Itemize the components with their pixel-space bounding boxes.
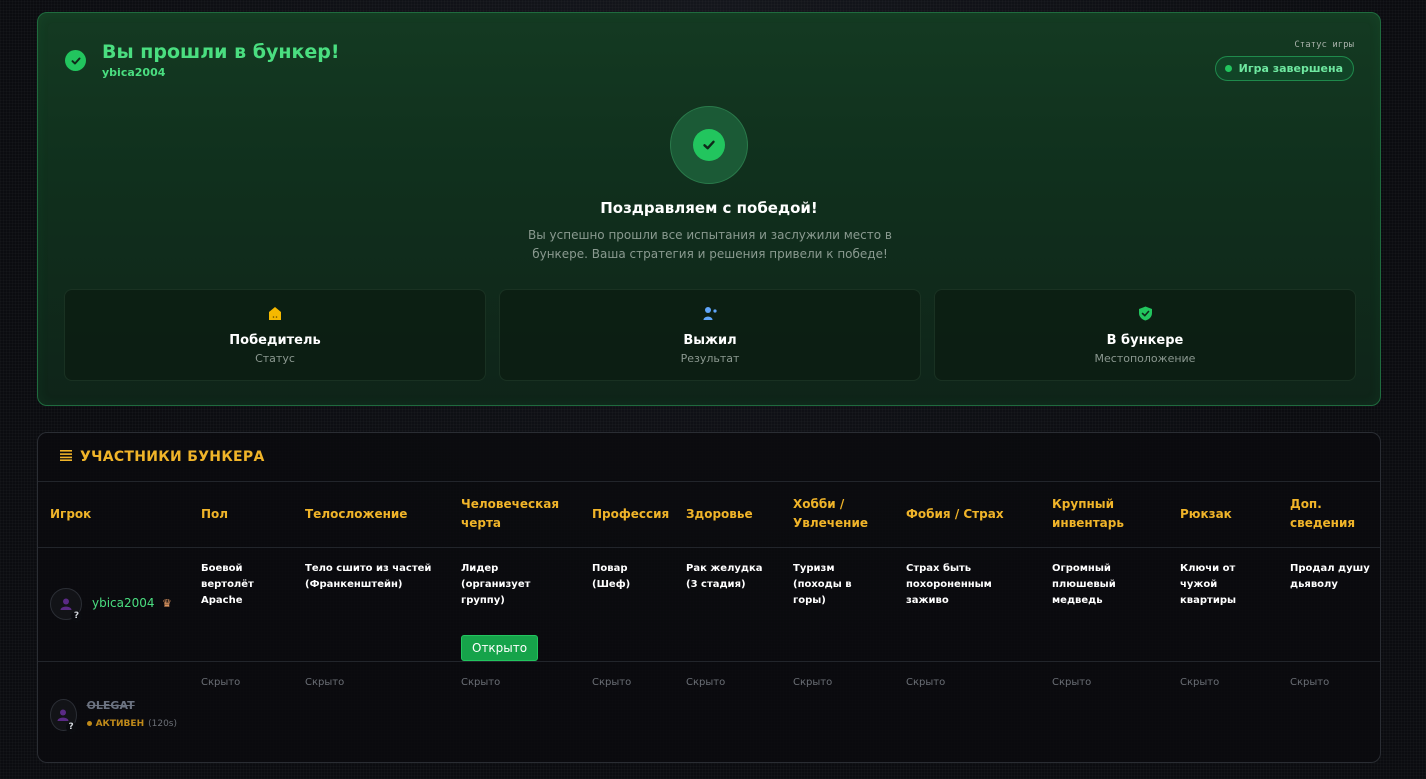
trait-cell: Продал душу дьяволу (1278, 547, 1380, 662)
trait-cell: Скрыто (592, 676, 632, 688)
house-icon (268, 304, 282, 322)
player-status-time: (120s) (148, 718, 177, 729)
column-header: Хобби / Увлечение (781, 482, 894, 548)
user-icon (57, 709, 69, 721)
trait-cell: Скрыто (461, 676, 501, 688)
trait-cell: Лидер (организует группу) Открыто (449, 547, 580, 662)
shield-check-icon (1138, 304, 1153, 322)
card-subtitle: Статус (255, 352, 295, 365)
trait-cell: Боевой вертолёт Apache (189, 547, 293, 662)
trait-cell: Рак желудка (3 стадия) (674, 547, 781, 662)
column-header: Телосложение (293, 482, 449, 548)
trait-cell: Страх быть похороненным заживо (894, 547, 1040, 662)
unknown-mark-icon: ? (71, 611, 82, 622)
player-status-text: АКТИВЕН (95, 718, 145, 729)
player-cell: ? ybica2004 ♛ (38, 547, 189, 662)
player-name: ybica2004 (92, 596, 155, 610)
trait-cell: Ключи от чужой квартиры (1168, 547, 1278, 662)
participants-panel: УЧАСТНИКИ БУНКЕРА Игрок Пол Телосложение… (37, 432, 1381, 763)
card-title: Победитель (229, 333, 321, 348)
trait-cell: Скрыто (1290, 676, 1330, 688)
user-check-icon (703, 304, 717, 322)
participants-title: УЧАСТНИКИ БУНКЕРА (80, 449, 265, 465)
player-status: АКТИВЕН (120s) (86, 716, 177, 732)
card-title: Выжил (683, 333, 737, 348)
victory-check-badge (670, 106, 748, 184)
card-title: В бункере (1106, 333, 1184, 348)
game-status-label: Статус игры (1294, 40, 1354, 50)
column-header: Здоровье (674, 482, 781, 548)
column-header: Доп. сведения (1278, 482, 1380, 548)
game-status-badge: Игра завершена (1214, 56, 1354, 81)
column-header: Крупный инвентарь (1040, 482, 1168, 548)
participants-table: Игрок Пол Телосложение Человеческая черт… (38, 482, 1380, 762)
card-subtitle: Местоположение (1094, 352, 1196, 365)
crown-icon: ♛ (162, 597, 172, 610)
trait-cell: Скрыто (305, 676, 345, 688)
user-icon (60, 598, 72, 610)
trait-cell: Скрыто (793, 676, 833, 688)
open-button[interactable]: Открыто (461, 634, 539, 661)
avatar[interactable]: ? (50, 588, 82, 622)
trait-cell: Тело сшито из частей (Франкенштейн) (293, 547, 449, 662)
trait-cell: Повар (Шеф) (580, 547, 674, 662)
column-header: Фобия / Страх (894, 482, 1040, 548)
trait-cell: Скрыто (686, 676, 726, 688)
column-header: Пол (189, 482, 293, 548)
column-header: Рюкзак (1168, 482, 1278, 548)
card-survived: Выжил Результат (499, 289, 921, 381)
result-cards: Победитель Статус Выжил Результат В бунк… (64, 289, 1356, 381)
table-row: ? OLEGAT АКТИВЕН (120s) Скрыто Скрыто Ск… (38, 661, 1380, 762)
victory-panel: Вы прошли в бункер! ybica2004 Статус игр… (37, 12, 1381, 406)
player-cell: ? OLEGAT АКТИВЕН (120s) (38, 661, 189, 762)
game-status-text: Игра завершена (1238, 62, 1343, 75)
congrats-text: Вы успешно прошли все испытания и заслуж… (528, 228, 892, 261)
card-winner: Победитель Статус (64, 289, 486, 381)
check-circle-icon (65, 50, 86, 71)
trait-cell: Огромный плюшевый медведь (1040, 547, 1168, 662)
check-icon (693, 129, 725, 161)
card-in-bunker: В бункере Местоположение (934, 289, 1356, 381)
column-header: Игрок (38, 482, 189, 548)
column-header: Человеческая черта (449, 482, 580, 548)
table-header-row: Игрок Пол Телосложение Человеческая черт… (38, 482, 1380, 548)
card-subtitle: Результат (680, 352, 740, 365)
trait-cell: Скрыто (1052, 676, 1092, 688)
participants-header: УЧАСТНИКИ БУНКЕРА (38, 433, 1380, 482)
victory-title: Вы прошли в бункер! (102, 41, 340, 63)
trait-text: Лидер (организует группу) (461, 562, 531, 606)
congrats-title: Поздравляем с победой! (600, 199, 818, 217)
unknown-mark-icon: ? (65, 721, 77, 733)
trait-cell: Туризм (походы в горы) (781, 547, 894, 662)
status-dot-icon (1224, 65, 1232, 72)
table-row: ? ybica2004 ♛ Боевой вертолёт Apache Тел… (38, 547, 1380, 662)
trait-cell: Скрыто (201, 676, 241, 688)
trait-cell: Скрыто (906, 676, 946, 688)
player-name: OLEGAT (86, 698, 135, 712)
column-header: Профессия (580, 482, 674, 548)
victory-username: ybica2004 (102, 66, 166, 79)
list-icon (60, 449, 72, 465)
trait-cell: Скрыто (1180, 676, 1220, 688)
status-dot-icon (86, 721, 92, 726)
avatar[interactable]: ? (50, 698, 77, 733)
